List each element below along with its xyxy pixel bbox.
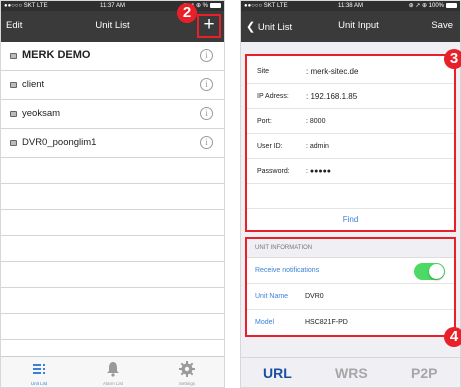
add-unit-button[interactable]: +	[197, 14, 221, 38]
list-item[interactable]: client i	[1, 71, 224, 100]
ip-row[interactable]: IP Adress: : 192.168.1.85	[247, 85, 454, 109]
port-field[interactable]: : 8000	[306, 118, 325, 125]
tab-label: Unit List	[30, 381, 48, 386]
notifications-row: Receive notifications	[247, 258, 454, 284]
empty-row	[1, 184, 224, 210]
password-label: Password:	[257, 168, 290, 175]
device-icon	[10, 140, 17, 146]
user-row[interactable]: User ID: : admin	[247, 135, 454, 159]
user-id-field[interactable]: : admin	[306, 143, 329, 150]
site-field[interactable]: : merk-sitec.de	[306, 67, 358, 76]
empty-row	[1, 210, 224, 236]
user-id-label: User ID:	[257, 143, 283, 150]
tab-url[interactable]: URL	[263, 365, 292, 381]
save-button[interactable]: Save	[431, 20, 453, 31]
empty-row	[1, 288, 224, 314]
toggle-knob	[429, 264, 444, 279]
unit-information-section: UNIT INFORMATION Receive notifications U…	[245, 237, 456, 337]
ip-field[interactable]: : 192.168.1.85	[306, 92, 357, 101]
list-icon	[33, 364, 45, 374]
unit-name: client	[22, 79, 45, 90]
status-bar: ●●○○○ SKT LTE 11:38 AM ⊕ ↗ ⊕ 100%	[241, 1, 460, 11]
unit-name: yeoksam	[22, 108, 61, 119]
empty-row	[1, 236, 224, 262]
site-row[interactable]: Site : merk-sitec.de	[247, 60, 454, 84]
model-row: Model HSC821F-PD	[247, 310, 454, 336]
callout-badge: 3	[444, 49, 461, 69]
port-label: Port:	[257, 118, 272, 125]
ip-label: IP Adress:	[257, 93, 289, 100]
info-icon[interactable]: i	[200, 107, 213, 120]
tab-settings[interactable]: Settings	[157, 357, 217, 387]
tab-label: Settings	[178, 381, 196, 386]
unit-name: DVR0_poonglim1	[22, 137, 97, 148]
callout-badge: 2	[177, 3, 197, 23]
protocol-tab-bar: URL WRS P2P	[241, 357, 460, 387]
tab-p2p[interactable]: P2P	[411, 365, 437, 381]
unit-name-row: Unit Name DVR0	[247, 284, 454, 310]
navigation-bar: ❮ Unit List Unit Input Save	[241, 11, 460, 42]
chevron-left-icon: ❮	[246, 21, 256, 33]
tab-wrs[interactable]: WRS	[335, 365, 368, 381]
info-icon[interactable]: i	[200, 136, 213, 149]
unit-name-value: DVR0	[305, 293, 324, 300]
bell-icon	[107, 362, 119, 377]
info-icon[interactable]: i	[200, 49, 213, 62]
empty-row	[1, 158, 224, 184]
device-icon	[10, 53, 17, 59]
unit-name: MERK DEMO	[22, 49, 91, 61]
section-header: UNIT INFORMATION	[247, 239, 454, 258]
site-label: Site	[257, 68, 270, 75]
model-value: HSC821F-PD	[305, 319, 348, 326]
find-button[interactable]: Find	[247, 208, 454, 230]
password-field[interactable]: : ●●●●●	[306, 168, 331, 175]
status-indicators: ⊕ ↗ ⊕ 100%	[409, 1, 457, 11]
tab-label: Alarm List	[102, 381, 123, 386]
battery-icon	[210, 2, 221, 8]
unit-name-label: Unit Name	[255, 293, 289, 300]
unit-list: MERK DEMO i client i yeoksam i DVR0_poon…	[1, 42, 224, 366]
empty-row	[1, 262, 224, 288]
list-item[interactable]: yeoksam i	[1, 100, 224, 129]
battery-icon	[446, 2, 457, 8]
status-indicator-text: ⊕ ↗ ⊕ 100%	[408, 3, 444, 9]
info-icon[interactable]: i	[200, 78, 213, 91]
model-label: Model	[255, 319, 275, 326]
list-item[interactable]: MERK DEMO i	[1, 42, 224, 71]
password-row[interactable]: Password: : ●●●●●	[247, 160, 454, 184]
unit-input-screen: ●●○○○ SKT LTE 11:38 AM ⊕ ↗ ⊕ 100% ❮ Unit…	[240, 0, 461, 388]
tab-alarm-list[interactable]: Alarm List	[83, 357, 143, 387]
notifications-toggle[interactable]	[414, 263, 445, 280]
connection-form: Site : merk-sitec.de IP Adress: : 192.16…	[245, 54, 456, 232]
unit-list-screen: ●●○○○ SKT LTE 11:37 AM ⊕ ↗ ⊕ % Edit Unit…	[0, 0, 225, 388]
list-item[interactable]: DVR0_poonglim1 i	[1, 129, 224, 158]
device-icon	[10, 111, 17, 117]
notifications-label: Receive notifications	[255, 267, 320, 274]
empty-row	[1, 314, 224, 340]
tab-bar: Unit List Alarm List Settings	[1, 356, 224, 387]
port-row[interactable]: Port: : 8000	[247, 110, 454, 134]
device-icon	[10, 82, 17, 88]
tab-unit-list[interactable]: Unit List	[9, 357, 69, 387]
callout-badge: 4	[444, 327, 461, 347]
gear-icon	[179, 361, 195, 377]
page-title: Unit Input	[338, 20, 379, 31]
